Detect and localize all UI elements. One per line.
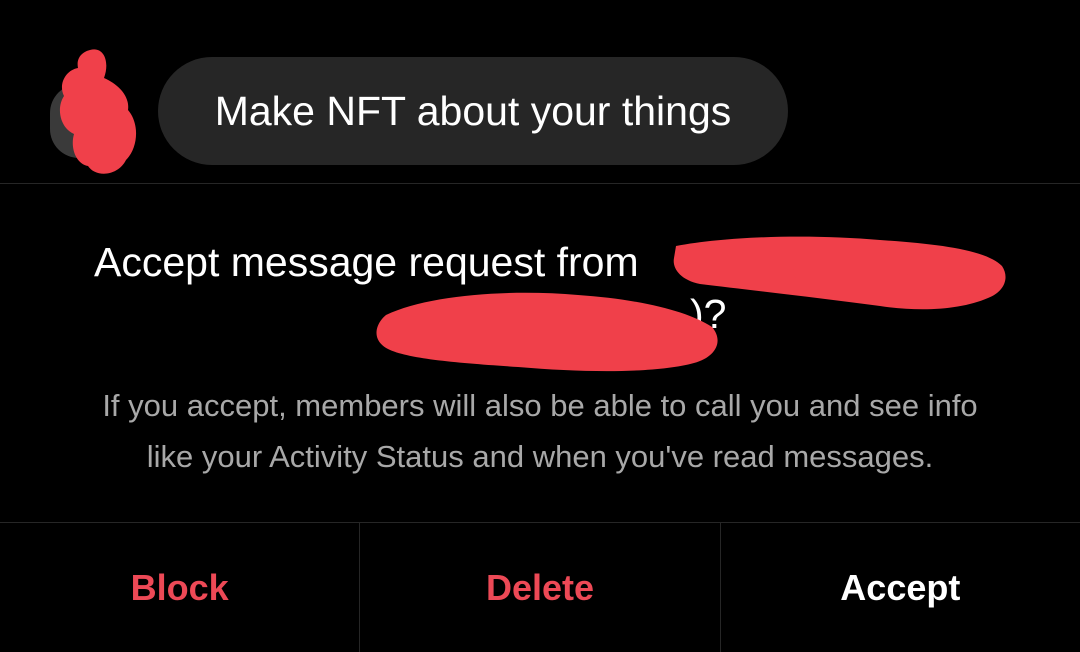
message-text: Make NFT about your things bbox=[214, 87, 732, 134]
message-bubble[interactable]: Make NFT about your things bbox=[158, 57, 788, 165]
request-info-line2: like your Activity Status and when you'v… bbox=[146, 439, 934, 474]
redaction-mark bbox=[376, 292, 718, 372]
delete-button[interactable]: Delete bbox=[359, 523, 719, 652]
request-info-line1: If you accept, members will also be able… bbox=[102, 388, 978, 423]
redaction-mark bbox=[59, 49, 137, 174]
request-actions: Block Delete Accept bbox=[0, 523, 1080, 652]
message-request-screen: Make NFT about your things Accept messag… bbox=[0, 0, 1080, 652]
accept-button[interactable]: Accept bbox=[719, 523, 1080, 652]
request-info: If you accept, members will also be able… bbox=[40, 380, 1040, 482]
message-row: Make NFT about your things bbox=[0, 0, 1080, 183]
block-button[interactable]: Block bbox=[0, 523, 359, 652]
divider bbox=[0, 183, 1080, 184]
